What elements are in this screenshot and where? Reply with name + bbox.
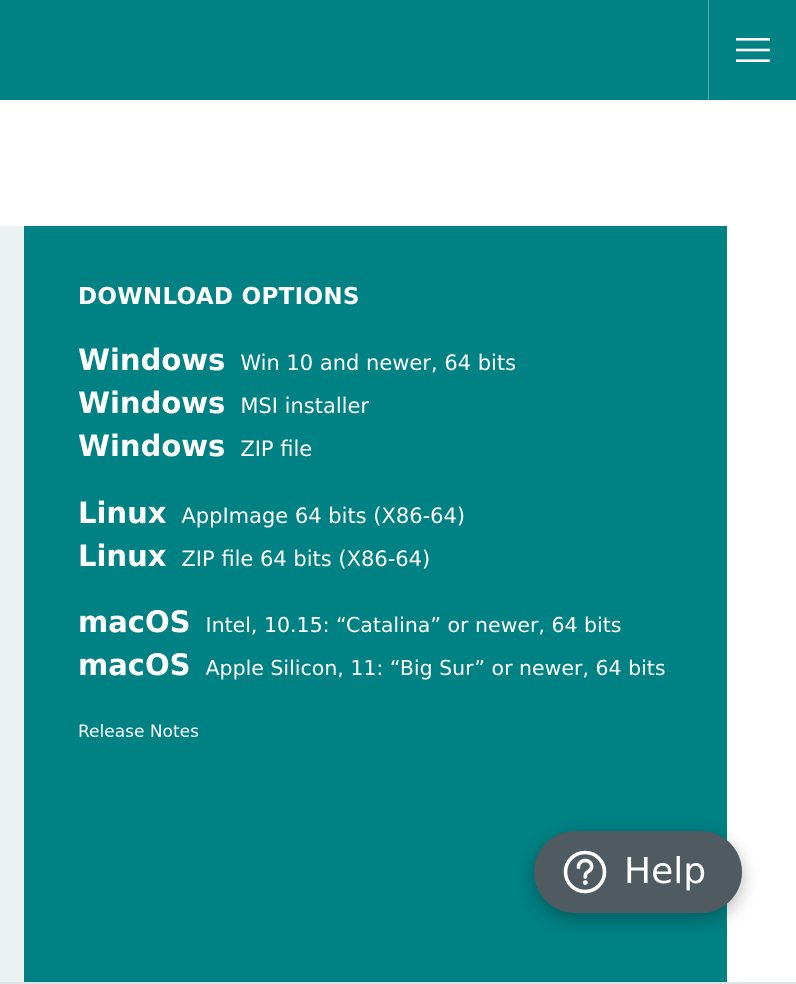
windows-downloads: Windows Win 10 and newer, 64 bits Window… [78, 343, 516, 472]
top-navigation-bar [0, 0, 796, 100]
os-label: Windows [78, 386, 226, 420]
help-label: Help [624, 851, 707, 892]
download-options-title: DOWNLOAD OPTIONS [78, 284, 360, 310]
download-description: ZIP file [240, 437, 313, 461]
page-background-strip [0, 226, 24, 984]
question-circle-icon [563, 850, 607, 894]
download-link-windows-installer[interactable]: Windows Win 10 and newer, 64 bits [78, 343, 516, 386]
download-description: Intel, 10.15: “Catalina” or newer, 64 bi… [205, 613, 622, 637]
os-label: Windows [78, 343, 226, 377]
macos-downloads: macOS Intel, 10.15: “Catalina” or newer,… [78, 605, 666, 691]
download-link-linux-appimage[interactable]: Linux AppImage 64 bits (X86-64) [78, 496, 465, 539]
os-label: Windows [78, 429, 226, 463]
os-label: macOS [78, 605, 191, 639]
download-description: MSI installer [240, 394, 370, 418]
menu-button[interactable] [709, 0, 796, 100]
linux-downloads: Linux AppImage 64 bits (X86-64) Linux ZI… [78, 496, 465, 582]
hamburger-icon [735, 38, 770, 62]
download-description: Win 10 and newer, 64 bits [240, 351, 517, 375]
help-button[interactable]: Help [534, 831, 742, 913]
os-label: macOS [78, 648, 191, 682]
download-description: ZIP file 64 bits (X86-64) [181, 547, 431, 571]
download-link-windows-msi[interactable]: Windows MSI installer [78, 386, 516, 429]
download-description: AppImage 64 bits (X86-64) [181, 504, 466, 528]
download-link-macos-intel[interactable]: macOS Intel, 10.15: “Catalina” or newer,… [78, 605, 666, 648]
release-notes-link[interactable]: Release Notes [78, 722, 199, 742]
download-link-windows-zip[interactable]: Windows ZIP file [78, 429, 516, 472]
os-label: Linux [78, 496, 167, 530]
download-link-linux-zip[interactable]: Linux ZIP file 64 bits (X86-64) [78, 539, 465, 582]
download-description: Apple Silicon, 11: “Big Sur” or newer, 6… [205, 656, 666, 680]
os-label: Linux [78, 539, 167, 573]
download-link-macos-apple-silicon[interactable]: macOS Apple Silicon, 11: “Big Sur” or ne… [78, 648, 666, 691]
